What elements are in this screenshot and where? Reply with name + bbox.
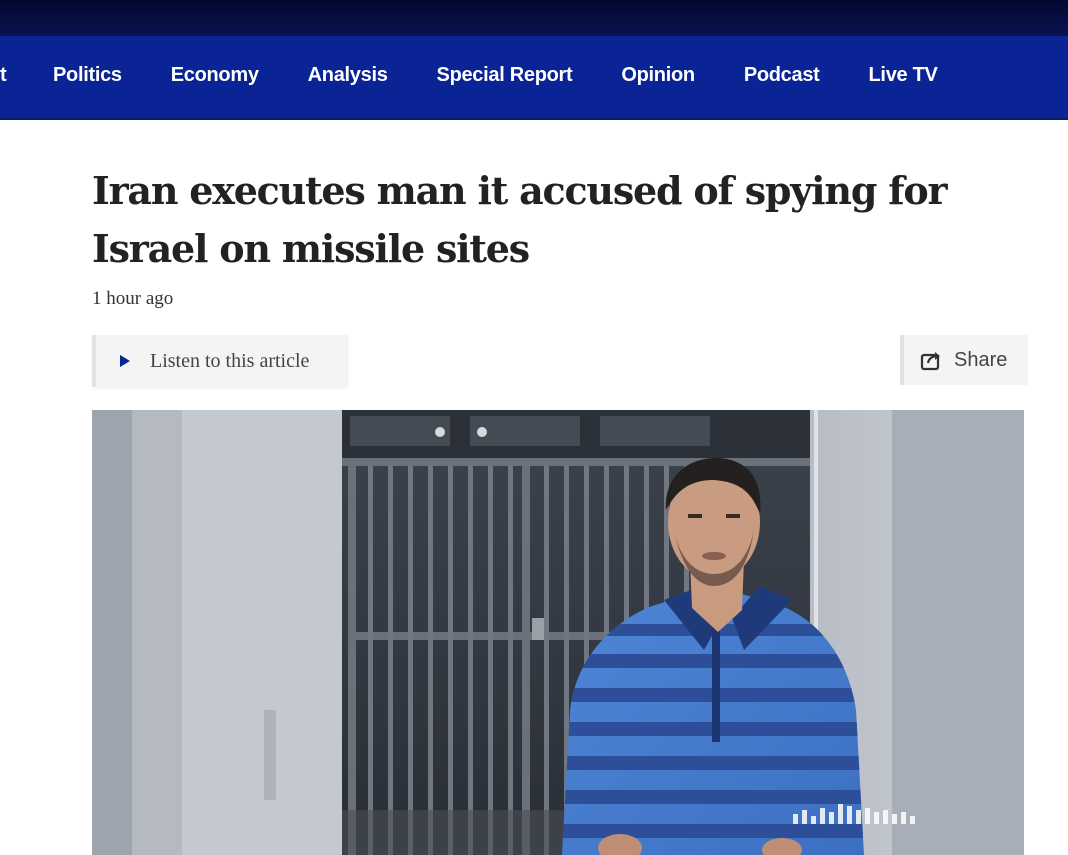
listen-label: Listen to this article	[150, 349, 310, 372]
share-label: Share	[954, 348, 1008, 371]
nav-item-analysis[interactable]: Analysis	[308, 64, 388, 87]
nav-item-opinion[interactable]: Opinion	[621, 64, 695, 87]
main-navigation: t Politics Economy Analysis Special Repo…	[0, 36, 1068, 120]
nav-list: Politics Economy Analysis Special Report…	[53, 64, 987, 87]
nav-item-special-report[interactable]: Special Report	[437, 64, 573, 87]
play-icon	[120, 355, 130, 367]
article-content: Iran executes man it accused of spying f…	[0, 122, 1068, 855]
nav-item-economy[interactable]: Economy	[171, 64, 259, 87]
watermark-logo	[793, 804, 915, 824]
article-photo	[92, 410, 1024, 855]
photo-illustration	[92, 410, 1024, 855]
top-strip	[0, 0, 1068, 36]
listen-to-article-button[interactable]: Listen to this article	[92, 335, 348, 387]
nav-item-podcast[interactable]: Podcast	[744, 64, 820, 87]
share-icon	[920, 352, 940, 371]
nav-item-politics[interactable]: Politics	[53, 64, 122, 87]
share-button[interactable]: Share	[900, 335, 1028, 385]
article-timestamp: 1 hour ago	[92, 288, 174, 309]
nav-item-partial[interactable]: t	[0, 64, 7, 87]
article-headline: Iran executes man it accused of spying f…	[92, 168, 948, 271]
nav-item-live-tv[interactable]: Live TV	[869, 64, 938, 87]
